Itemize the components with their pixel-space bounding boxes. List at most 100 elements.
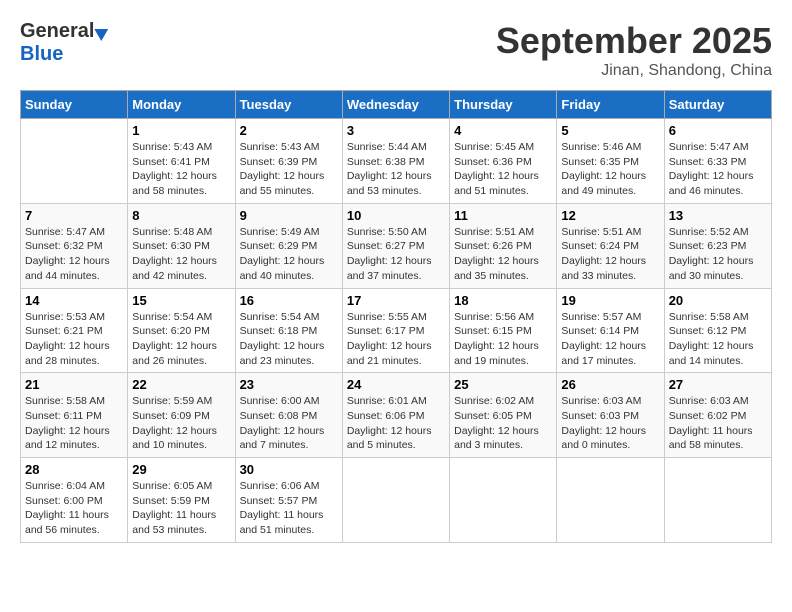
day-info: Sunrise: 6:03 AM Sunset: 6:03 PM Dayligh… <box>561 394 659 453</box>
day-info: Sunrise: 5:52 AM Sunset: 6:23 PM Dayligh… <box>669 225 767 284</box>
day-header-sunday: Sunday <box>21 91 128 119</box>
calendar-cell: 16 Sunrise: 5:54 AM Sunset: 6:18 PM Dayli… <box>235 288 342 373</box>
page-header: General Blue September 2025 Jinan, Shand… <box>20 20 772 80</box>
day-number: 29 <box>132 462 230 477</box>
day-number: 10 <box>347 208 445 223</box>
day-number: 14 <box>25 293 123 308</box>
day-number: 16 <box>240 293 338 308</box>
day-number: 21 <box>25 377 123 392</box>
day-number: 26 <box>561 377 659 392</box>
day-info: Sunrise: 5:59 AM Sunset: 6:09 PM Dayligh… <box>132 394 230 453</box>
day-info: Sunrise: 5:47 AM Sunset: 6:32 PM Dayligh… <box>25 225 123 284</box>
calendar-cell: 18 Sunrise: 5:56 AM Sunset: 6:15 PM Dayli… <box>450 288 557 373</box>
day-number: 5 <box>561 123 659 138</box>
day-info: Sunrise: 5:57 AM Sunset: 6:14 PM Dayligh… <box>561 310 659 369</box>
day-info: Sunrise: 6:03 AM Sunset: 6:02 PM Dayligh… <box>669 394 767 453</box>
calendar-table: SundayMondayTuesdayWednesdayThursdayFrid… <box>20 90 772 543</box>
day-number: 2 <box>240 123 338 138</box>
calendar-cell: 22Sunrise: 5:59 AM Sunset: 6:09 PM Dayli… <box>128 373 235 458</box>
day-header-saturday: Saturday <box>664 91 771 119</box>
title-section: September 2025 Jinan, Shandong, China <box>496 20 772 80</box>
day-info: Sunrise: 6:05 AM Sunset: 5:59 PM Dayligh… <box>132 479 230 538</box>
calendar-cell: 2 Sunrise: 5:43 AM Sunset: 6:39 PM Daylig… <box>235 119 342 204</box>
day-info: Sunrise: 5:44 AM Sunset: 6:38 PM Dayligh… <box>347 140 445 199</box>
calendar-cell: 4 Sunrise: 5:45 AM Sunset: 6:36 PM Daylig… <box>450 119 557 204</box>
day-info: Sunrise: 5:53 AM Sunset: 6:21 PM Dayligh… <box>25 310 123 369</box>
day-info: Sunrise: 5:48 AM Sunset: 6:30 PM Dayligh… <box>132 225 230 284</box>
day-info: Sunrise: 5:50 AM Sunset: 6:27 PM Dayligh… <box>347 225 445 284</box>
calendar-cell: 25 Sunrise: 6:02 AM Sunset: 6:05 PM Dayli… <box>450 373 557 458</box>
day-header-tuesday: Tuesday <box>235 91 342 119</box>
calendar-cell: 29 Sunrise: 6:05 AM Sunset: 5:59 PM Dayli… <box>128 458 235 543</box>
calendar-week-2: 7Sunrise: 5:47 AM Sunset: 6:32 PM Daylig… <box>21 203 772 288</box>
logo-general: General <box>20 20 94 43</box>
calendar-cell: 24 Sunrise: 6:01 AM Sunset: 6:06 PM Dayli… <box>342 373 449 458</box>
calendar-cell: 30Sunrise: 6:06 AM Sunset: 5:57 PM Dayli… <box>235 458 342 543</box>
calendar-cell: 20 Sunrise: 5:58 AM Sunset: 6:12 PM Dayli… <box>664 288 771 373</box>
calendar-cell: 1 Sunrise: 5:43 AM Sunset: 6:41 PM Daylig… <box>128 119 235 204</box>
day-info: Sunrise: 5:46 AM Sunset: 6:35 PM Dayligh… <box>561 140 659 199</box>
day-info: Sunrise: 6:01 AM Sunset: 6:06 PM Dayligh… <box>347 394 445 453</box>
logo: General Blue <box>20 20 109 66</box>
calendar-header-row: SundayMondayTuesdayWednesdayThursdayFrid… <box>21 91 772 119</box>
day-info: Sunrise: 6:04 AM Sunset: 6:00 PM Dayligh… <box>25 479 123 538</box>
calendar-cell <box>450 458 557 543</box>
calendar-cell <box>342 458 449 543</box>
day-number: 3 <box>347 123 445 138</box>
day-info: Sunrise: 5:43 AM Sunset: 6:41 PM Dayligh… <box>132 140 230 199</box>
day-info: Sunrise: 5:58 AM Sunset: 6:11 PM Dayligh… <box>25 394 123 453</box>
calendar-cell: 21 Sunrise: 5:58 AM Sunset: 6:11 PM Dayli… <box>21 373 128 458</box>
calendar-cell: 13 Sunrise: 5:52 AM Sunset: 6:23 PM Dayli… <box>664 203 771 288</box>
calendar-cell: 9 Sunrise: 5:49 AM Sunset: 6:29 PM Daylig… <box>235 203 342 288</box>
day-number: 27 <box>669 377 767 392</box>
calendar-cell: 26 Sunrise: 6:03 AM Sunset: 6:03 PM Dayli… <box>557 373 664 458</box>
location-subtitle: Jinan, Shandong, China <box>496 62 772 80</box>
day-info: Sunrise: 5:49 AM Sunset: 6:29 PM Dayligh… <box>240 225 338 284</box>
calendar-cell: 17Sunrise: 5:55 AM Sunset: 6:17 PM Dayli… <box>342 288 449 373</box>
day-number: 4 <box>454 123 552 138</box>
day-info: Sunrise: 5:51 AM Sunset: 6:26 PM Dayligh… <box>454 225 552 284</box>
calendar-cell: 5 Sunrise: 5:46 AM Sunset: 6:35 PM Daylig… <box>557 119 664 204</box>
calendar-cell: 28 Sunrise: 6:04 AM Sunset: 6:00 PM Dayli… <box>21 458 128 543</box>
day-info: Sunrise: 5:47 AM Sunset: 6:33 PM Dayligh… <box>669 140 767 199</box>
calendar-cell <box>557 458 664 543</box>
day-number: 24 <box>347 377 445 392</box>
calendar-cell: 19Sunrise: 5:57 AM Sunset: 6:14 PM Dayli… <box>557 288 664 373</box>
day-number: 6 <box>669 123 767 138</box>
day-info: Sunrise: 5:58 AM Sunset: 6:12 PM Dayligh… <box>669 310 767 369</box>
calendar-cell: 7Sunrise: 5:47 AM Sunset: 6:32 PM Daylig… <box>21 203 128 288</box>
calendar-week-1: 1 Sunrise: 5:43 AM Sunset: 6:41 PM Daylig… <box>21 119 772 204</box>
day-number: 11 <box>454 208 552 223</box>
day-number: 8 <box>132 208 230 223</box>
calendar-cell: 8 Sunrise: 5:48 AM Sunset: 6:30 PM Daylig… <box>128 203 235 288</box>
day-header-monday: Monday <box>128 91 235 119</box>
day-info: Sunrise: 6:02 AM Sunset: 6:05 PM Dayligh… <box>454 394 552 453</box>
day-number: 15 <box>132 293 230 308</box>
calendar-cell: 23Sunrise: 6:00 AM Sunset: 6:08 PM Dayli… <box>235 373 342 458</box>
day-number: 1 <box>132 123 230 138</box>
calendar-cell: 12Sunrise: 5:51 AM Sunset: 6:24 PM Dayli… <box>557 203 664 288</box>
day-header-wednesday: Wednesday <box>342 91 449 119</box>
day-number: 12 <box>561 208 659 223</box>
day-info: Sunrise: 5:45 AM Sunset: 6:36 PM Dayligh… <box>454 140 552 199</box>
calendar-cell: 11 Sunrise: 5:51 AM Sunset: 6:26 PM Dayli… <box>450 203 557 288</box>
day-number: 25 <box>454 377 552 392</box>
day-number: 13 <box>669 208 767 223</box>
calendar-cell: 6 Sunrise: 5:47 AM Sunset: 6:33 PM Daylig… <box>664 119 771 204</box>
day-number: 17 <box>347 293 445 308</box>
calendar-week-4: 21 Sunrise: 5:58 AM Sunset: 6:11 PM Dayli… <box>21 373 772 458</box>
day-number: 9 <box>240 208 338 223</box>
day-info: Sunrise: 5:54 AM Sunset: 6:18 PM Dayligh… <box>240 310 338 369</box>
day-number: 20 <box>669 293 767 308</box>
day-info: Sunrise: 6:00 AM Sunset: 6:08 PM Dayligh… <box>240 394 338 453</box>
calendar-cell <box>21 119 128 204</box>
calendar-cell: 14 Sunrise: 5:53 AM Sunset: 6:21 PM Dayli… <box>21 288 128 373</box>
calendar-cell <box>664 458 771 543</box>
calendar-week-3: 14 Sunrise: 5:53 AM Sunset: 6:21 PM Dayli… <box>21 288 772 373</box>
day-number: 18 <box>454 293 552 308</box>
month-title: September 2025 <box>496 20 772 62</box>
calendar-cell: 27 Sunrise: 6:03 AM Sunset: 6:02 PM Dayli… <box>664 373 771 458</box>
day-number: 28 <box>25 462 123 477</box>
day-info: Sunrise: 5:56 AM Sunset: 6:15 PM Dayligh… <box>454 310 552 369</box>
day-info: Sunrise: 5:43 AM Sunset: 6:39 PM Dayligh… <box>240 140 338 199</box>
